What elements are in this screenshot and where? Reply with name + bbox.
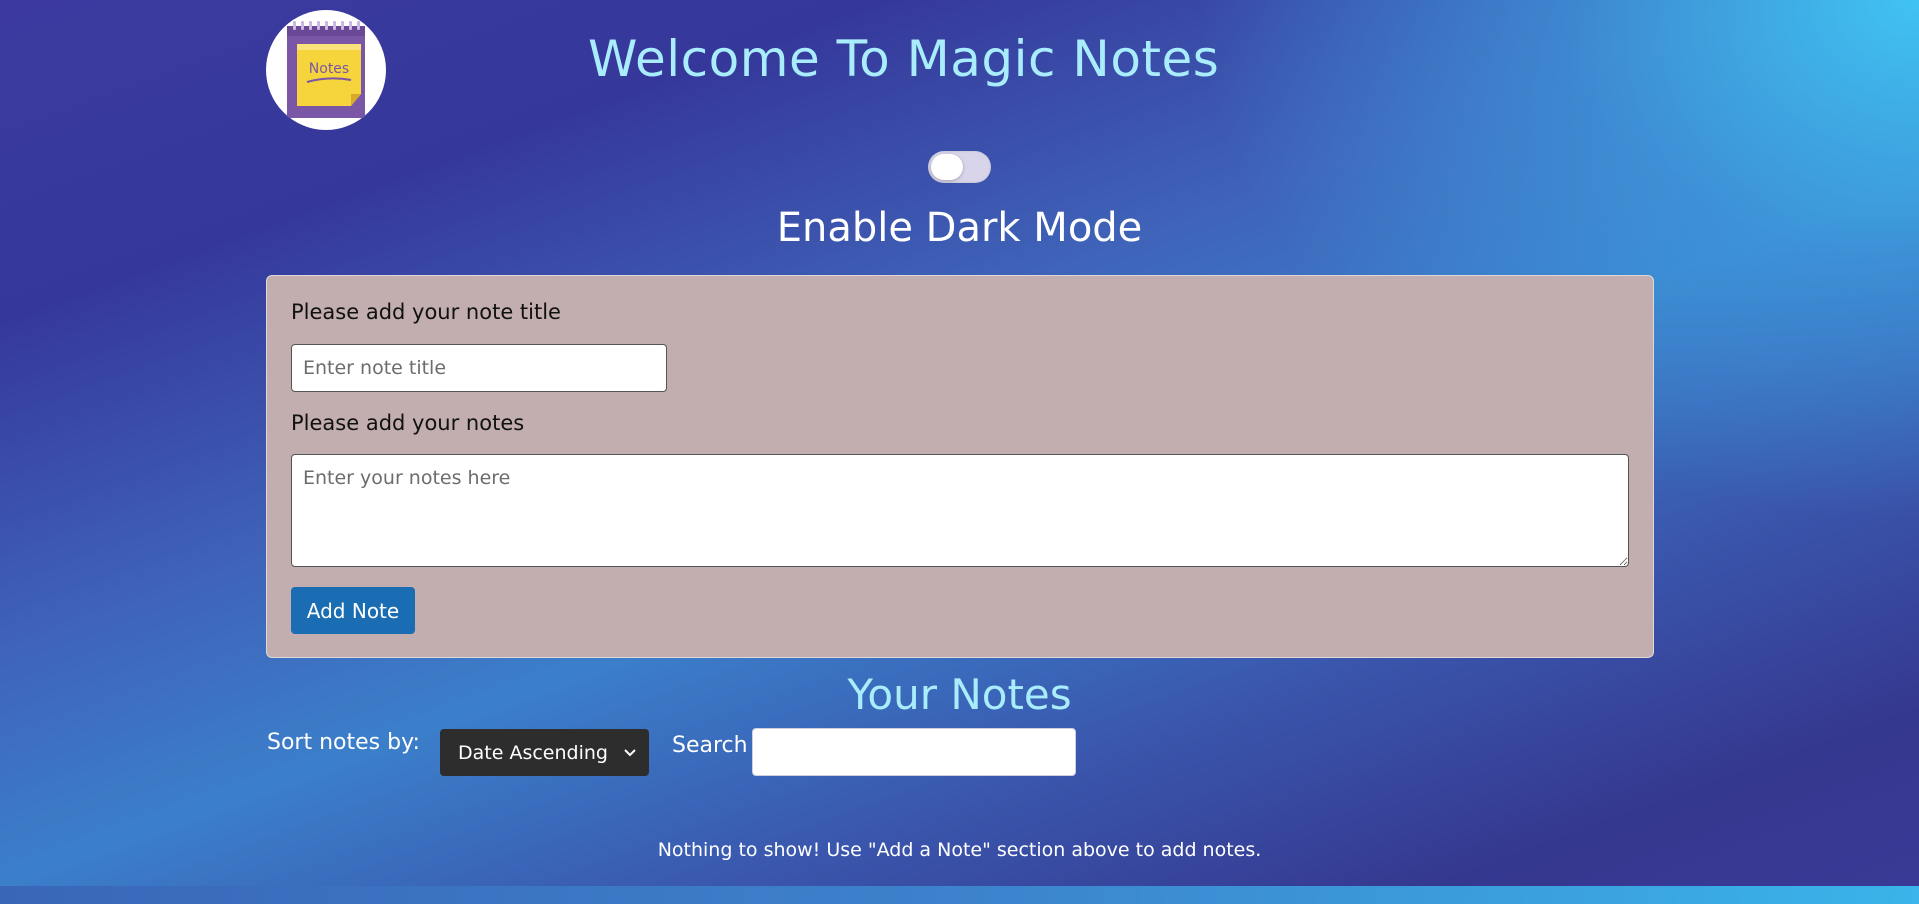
empty-notes-message: Nothing to show! Use "Add a Note" sectio… <box>657 839 1262 861</box>
add-note-card: Please add your note title Please add yo… <box>266 275 1654 658</box>
search-label: Search <box>672 733 748 758</box>
note-title-input[interactable] <box>291 344 667 392</box>
dark-mode-label: Enable Dark Mode <box>776 205 1143 251</box>
logo: Notes <box>266 10 386 130</box>
page-title: Welcome To Magic Notes <box>588 30 1220 88</box>
sort-selected-value: Date Ascending <box>458 741 608 764</box>
notes-label: Please add your notes <box>291 411 525 435</box>
dark-mode-toggle[interactable] <box>928 151 991 183</box>
notes-textarea[interactable] <box>291 454 1629 567</box>
notes-logo-icon: Notes <box>287 21 365 118</box>
note-title-label: Please add your note title <box>291 300 561 324</box>
sort-select[interactable]: Date Ascending <box>440 729 649 776</box>
logo-text: Notes <box>309 61 349 77</box>
chevron-down-icon <box>624 748 636 756</box>
your-notes-heading: Your Notes <box>847 670 1072 719</box>
sort-label: Sort notes by: <box>267 730 420 755</box>
toggle-knob <box>931 154 963 180</box>
add-note-button[interactable]: Add Note <box>291 587 415 634</box>
search-input[interactable] <box>752 728 1076 776</box>
footer-bar <box>0 886 1919 904</box>
